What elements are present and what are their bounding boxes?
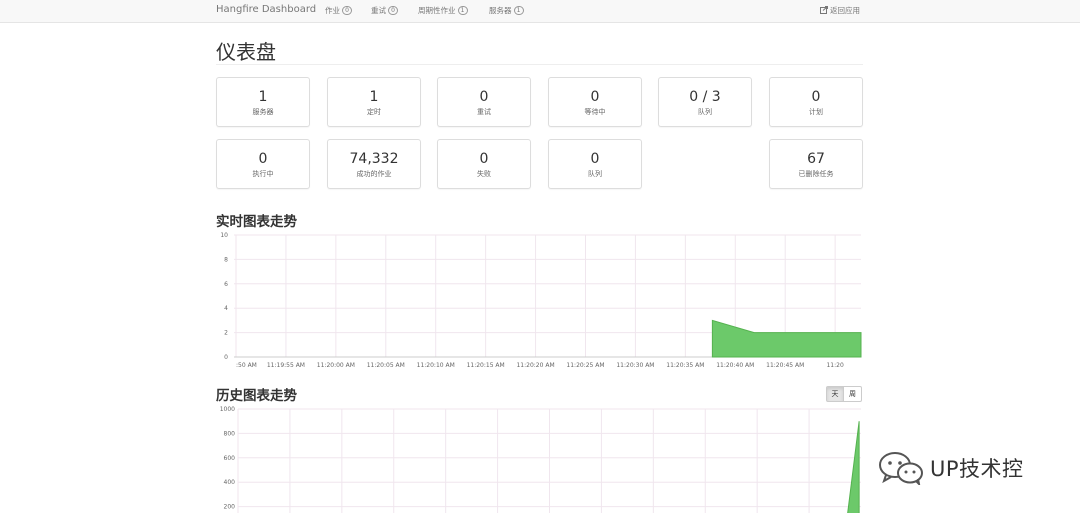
metric-planned[interactable]: 0 计划	[769, 77, 863, 127]
metric-failed[interactable]: 0 失败	[437, 139, 531, 189]
metric-value: 0 / 3	[689, 89, 721, 105]
metric-value: 0	[258, 151, 268, 167]
nav-item-servers[interactable]: 服务器 1	[489, 5, 524, 16]
x-tick-label: 11:20:00 AM	[317, 362, 355, 369]
count-badge: 1	[513, 6, 524, 15]
metric-retries[interactable]: 0 重试	[437, 77, 531, 127]
y-tick-label: 6	[224, 281, 228, 288]
metric-value: 0	[479, 151, 489, 167]
metric-label: 服务器	[252, 108, 274, 116]
nav-item-label: 周期性作业	[418, 6, 456, 15]
y-tick-label: 800	[224, 430, 236, 437]
y-tick-label: 10	[220, 232, 228, 239]
metric-value: 0	[590, 151, 600, 167]
y-tick-label: 4	[224, 305, 228, 312]
y-tick-label: 400	[224, 479, 236, 486]
x-tick-label: :50 AM	[236, 362, 257, 369]
metric-value: 0	[811, 89, 821, 105]
nav-item-jobs[interactable]: 作业 0	[325, 5, 352, 16]
y-tick-label: 0	[224, 354, 228, 361]
metric-label: 重试	[477, 108, 491, 116]
metric-value: 1	[258, 89, 268, 105]
period-day-button[interactable]: 天	[826, 386, 844, 402]
top-navbar: Hangfire Dashboard 作业 0 重试 0 周期性作业 1 服务器 1 返…	[0, 0, 1080, 23]
metric-label: 定时	[367, 108, 381, 116]
watermark-text: UP技术控	[930, 457, 1024, 481]
metric-value: 67	[807, 151, 825, 167]
metric-value: 74,332	[349, 151, 399, 167]
x-tick-label: 11:20:15 AM	[467, 362, 505, 369]
metric-label: 执行中	[252, 170, 274, 178]
nav-item-label: 服务器	[489, 6, 512, 15]
x-tick-label: 11:20:05 AM	[367, 362, 405, 369]
y-tick-label: 200	[224, 504, 236, 511]
metric-queues[interactable]: 0 / 3 队列	[658, 77, 752, 127]
wechat-icon	[879, 452, 923, 485]
x-tick-label: 11:19:55 AM	[267, 362, 305, 369]
metric-label: 已删除任务	[798, 170, 834, 178]
metric-label: 计划	[809, 108, 823, 116]
metric-label: 失败	[477, 170, 491, 178]
page-title: 仪表盘	[216, 40, 276, 64]
external-link-icon	[820, 6, 828, 14]
period-toggle: 天 周	[826, 386, 862, 402]
count-badge: 1	[457, 6, 468, 15]
history-area-series	[847, 421, 860, 513]
metric-label: 队列	[698, 108, 712, 116]
period-week-button[interactable]: 周	[844, 386, 862, 402]
metric-value: 0	[590, 89, 600, 105]
metric-awaiting[interactable]: 0 等待中	[548, 77, 642, 127]
metric-label: 等待中	[584, 108, 606, 116]
y-tick-label: 600	[224, 455, 236, 462]
metric-label: 队列	[588, 170, 602, 178]
back-link-label: 返回应用	[830, 6, 860, 15]
count-badge: 0	[388, 6, 398, 15]
history-chart-title: 历史图表走势	[216, 388, 297, 404]
history-chart: 200 400 600 800 1000	[220, 406, 861, 513]
y-tick-label: 2	[224, 330, 228, 337]
metric-enqueued[interactable]: 0 队列	[548, 139, 642, 189]
metric-scheduled[interactable]: 1 定时	[327, 77, 421, 127]
brand-link[interactable]: Hangfire Dashboard	[216, 4, 316, 15]
y-tick-label: 8	[224, 256, 228, 263]
x-tick-label: 11:20:20 AM	[516, 362, 554, 369]
x-tick-label: 11:20:10 AM	[417, 362, 455, 369]
count-badge: 0	[342, 6, 352, 15]
wechat-watermark: UP技术控	[878, 450, 1024, 486]
nav-item-label: 重试	[371, 6, 386, 15]
realtime-chart-title: 实时图表走势	[216, 214, 297, 230]
back-to-app-link[interactable]: 返回应用	[820, 5, 860, 16]
nav-item-retries[interactable]: 重试 0	[371, 5, 398, 16]
metric-servers[interactable]: 1 服务器	[216, 77, 310, 127]
y-tick-label: 1000	[220, 406, 235, 413]
nav-item-recurring-jobs[interactable]: 周期性作业 1	[418, 5, 468, 16]
realtime-area-series	[711, 319, 862, 358]
metric-processing[interactable]: 0 执行中	[216, 139, 310, 189]
x-tick-label: 11:20:25 AM	[566, 362, 604, 369]
x-tick-label: 11:20	[826, 362, 843, 369]
x-tick-label: 11:20:45 AM	[766, 362, 804, 369]
metric-value: 0	[479, 89, 489, 105]
nav-item-label: 作业	[325, 6, 340, 15]
metric-label: 成功的作业	[356, 170, 392, 178]
metric-succeeded[interactable]: 74,332 成功的作业	[327, 139, 421, 189]
x-tick-label: 11:20:40 AM	[716, 362, 754, 369]
metric-deleted[interactable]: 67 已删除任务	[769, 139, 863, 189]
x-tick-label: 11:20:30 AM	[616, 362, 654, 369]
realtime-chart: 0 2 4 6 8 10 :50 AM 11:19:55 AM 11:20:00 AM 11:20…	[220, 232, 862, 369]
x-tick-label: 11:20:35 AM	[666, 362, 704, 369]
title-divider	[216, 64, 863, 65]
metric-value: 1	[369, 89, 379, 105]
